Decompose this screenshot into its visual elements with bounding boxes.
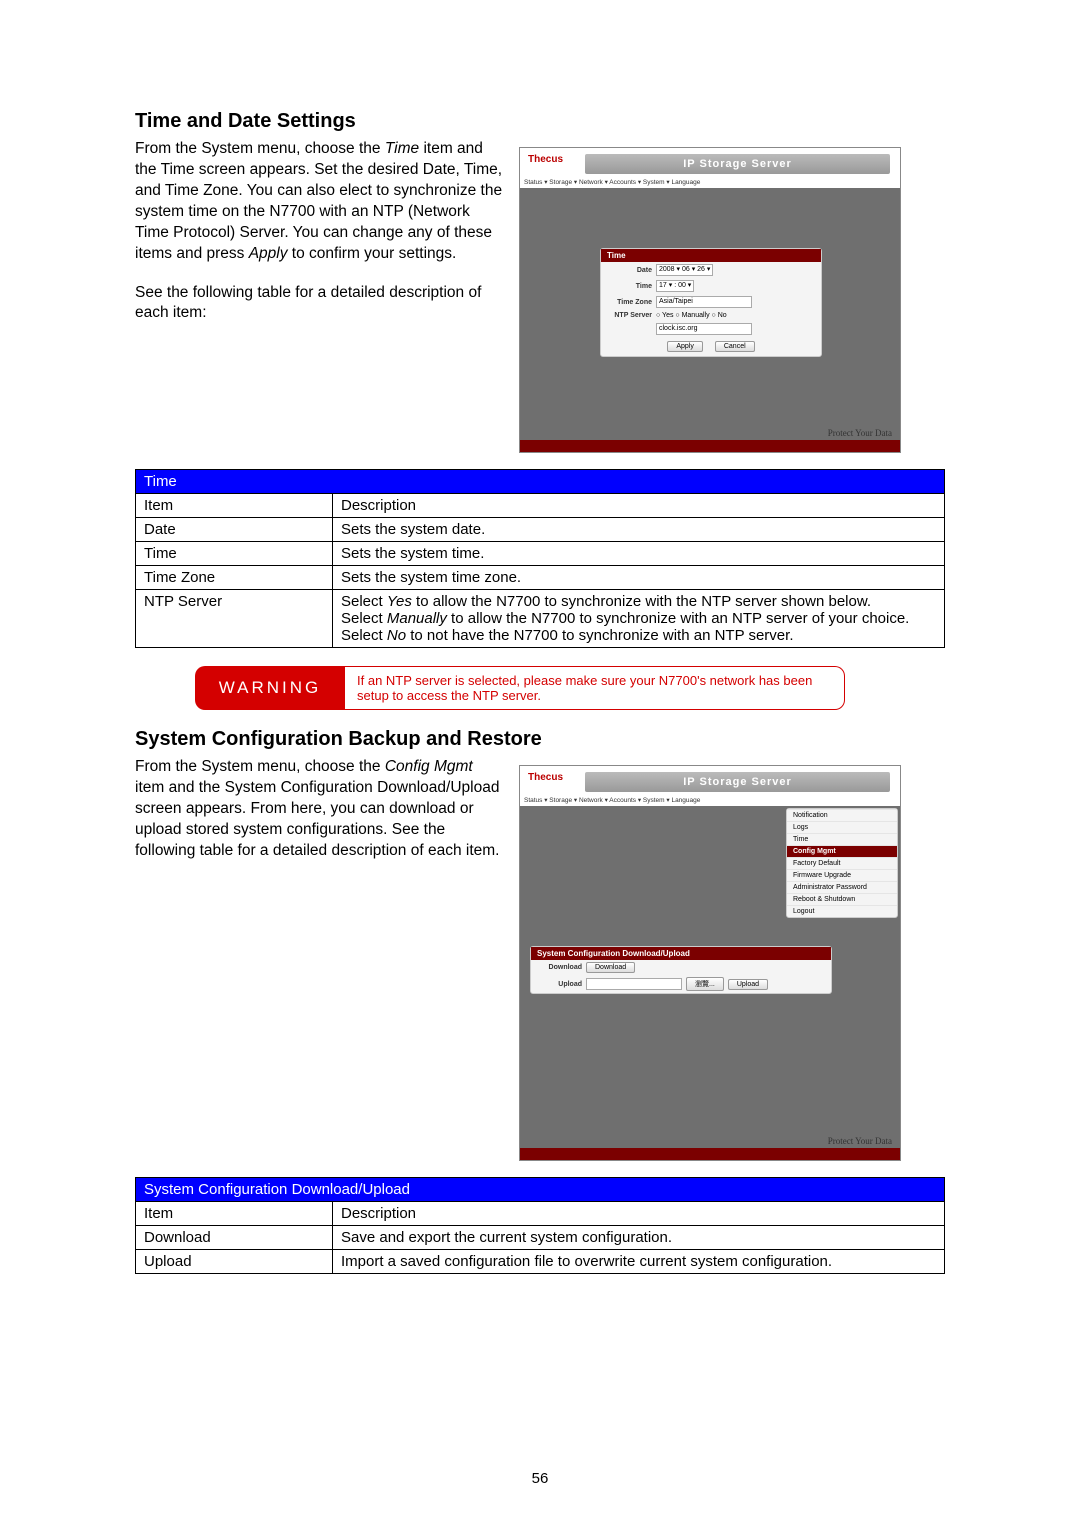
input-upload-path[interactable] xyxy=(586,978,682,990)
screenshot-time: Thecus IP Storage Server Status ▾ Storag… xyxy=(519,139,945,453)
label-time: Time xyxy=(607,283,652,290)
ss2-header-area: Thecus IP Storage Server Status ▾ Storag… xyxy=(520,766,900,806)
section2-para: From the System menu, choose the Config … xyxy=(135,757,505,862)
warning-label: WARNING xyxy=(195,666,345,710)
label-tz: Time Zone xyxy=(607,299,652,306)
cell-desc: Select Yes to allow the N7700 to synchro… xyxy=(333,590,945,648)
ntp-options[interactable]: ○ Yes ○ Manually ○ No xyxy=(656,312,727,319)
side-item[interactable]: Reboot & Shutdown xyxy=(787,893,897,905)
section1-para2: See the following table for a detailed d… xyxy=(135,283,505,325)
cell-desc: Sets the system time. xyxy=(333,542,945,566)
row-download: Download Download xyxy=(531,960,831,975)
brand-logo: Thecus xyxy=(528,772,563,783)
page-number: 56 xyxy=(0,1470,1080,1487)
input-tz[interactable]: Asia/Taipei xyxy=(656,296,752,308)
table-row: Time ZoneSets the system time zone. xyxy=(136,566,945,590)
section-heading-backup: System Configuration Backup and Restore xyxy=(135,728,945,751)
ss-footer xyxy=(520,440,900,452)
table-row: TimeSets the system time. xyxy=(136,542,945,566)
table-row: Item Description xyxy=(136,1202,945,1226)
config-panel: System Configuration Download/Upload Dow… xyxy=(530,946,832,994)
cell-item: NTP Server xyxy=(136,590,333,648)
row-time: Time 17 ▾ : 00 ▾ xyxy=(601,278,821,294)
label-download: Download xyxy=(537,964,582,971)
input-date[interactable]: 2008 ▾ 06 ▾ 26 ▾ xyxy=(656,264,713,276)
side-item[interactable]: Administrator Password xyxy=(787,881,897,893)
side-item[interactable]: Firmware Upgrade xyxy=(787,869,897,881)
browse-button[interactable]: 瀏覽... xyxy=(686,977,724,991)
table2-title: System Configuration Download/Upload xyxy=(136,1178,945,1202)
cell-item: Upload xyxy=(136,1250,333,1274)
row-date: Date 2008 ▾ 06 ▾ 26 ▾ xyxy=(601,262,821,278)
warning-text: If an NTP server is selected, please mak… xyxy=(345,666,845,710)
row-ntp: NTP Server ○ Yes ○ Manually ○ No xyxy=(601,310,821,321)
cell-item: Date xyxy=(136,518,333,542)
screenshot-config-box: Thecus IP Storage Server Status ▾ Storag… xyxy=(519,765,901,1161)
cell-desc: Import a saved configuration file to ove… xyxy=(333,1250,945,1274)
table-row: Item Description xyxy=(136,494,945,518)
label-upload: Upload xyxy=(537,981,582,988)
label-date: Date xyxy=(607,267,652,274)
table-config: System Configuration Download/Upload Ite… xyxy=(135,1177,945,1274)
row-upload: Upload 瀏覽... Upload xyxy=(531,975,831,993)
side-item[interactable]: Notification xyxy=(787,809,897,821)
config-panel-header: System Configuration Download/Upload xyxy=(531,947,831,960)
ss2-footer xyxy=(520,1148,900,1160)
section-heading-time: Time and Date Settings xyxy=(135,110,945,133)
row-buttons: Apply Cancel xyxy=(601,337,821,356)
protect-tag: Protect Your Data xyxy=(828,1136,892,1146)
table-row: UploadImport a saved configuration file … xyxy=(136,1250,945,1274)
cell-desc: Sets the system date. xyxy=(333,518,945,542)
cell-desc: Save and export the current system confi… xyxy=(333,1226,945,1250)
ss2-title: IP Storage Server xyxy=(585,772,890,792)
screenshot-time-box: Thecus IP Storage Server Status ▾ Storag… xyxy=(519,147,901,453)
screenshot-config: Thecus IP Storage Server Status ▾ Storag… xyxy=(519,757,945,1161)
ss-header-area: Thecus IP Storage Server Status ▾ Storag… xyxy=(520,148,900,188)
cell-item: Time xyxy=(136,542,333,566)
row-tz: Time Zone Asia/Taipei xyxy=(601,294,821,310)
ss2-menubar: Status ▾ Storage ▾ Network ▾ Accounts ▾ … xyxy=(524,796,896,807)
protect-tag: Protect Your Data xyxy=(828,428,892,438)
ss-menubar: Status ▾ Storage ▾ Network ▾ Accounts ▾ … xyxy=(524,178,896,189)
cell-item: Download xyxy=(136,1226,333,1250)
cell-item: Time Zone xyxy=(136,566,333,590)
side-item[interactable]: Logs xyxy=(787,821,897,833)
section1-para1: From the System menu, choose the Time it… xyxy=(135,139,505,265)
table-row: NTP Server Select Yes to allow the N7700… xyxy=(136,590,945,648)
table-time: Time Item Description DateSets the syste… xyxy=(135,469,945,648)
document-page: Time and Date Settings From the System m… xyxy=(0,0,1080,1527)
table1-title: Time xyxy=(136,470,945,494)
ss-title: IP Storage Server xyxy=(585,154,890,174)
header-desc: Description xyxy=(333,494,945,518)
apply-button[interactable]: Apply xyxy=(667,341,703,352)
download-button[interactable]: Download xyxy=(586,962,635,973)
table-row: DownloadSave and export the current syst… xyxy=(136,1226,945,1250)
section1-text: From the System menu, choose the Time it… xyxy=(135,139,505,453)
warning-box: WARNING If an NTP server is selected, pl… xyxy=(195,666,845,710)
time-panel: Time Date 2008 ▾ 06 ▾ 26 ▾ Time 17 ▾ : 0… xyxy=(600,248,822,357)
side-menu: Notification Logs Time Config Mgmt Facto… xyxy=(786,808,898,918)
side-item[interactable]: Time xyxy=(787,833,897,845)
section1-row: From the System menu, choose the Time it… xyxy=(135,139,945,453)
upload-button[interactable]: Upload xyxy=(728,979,768,990)
brand-logo: Thecus xyxy=(528,154,563,165)
header-desc: Description xyxy=(333,1202,945,1226)
cancel-button[interactable]: Cancel xyxy=(715,341,755,352)
cell-desc: Sets the system time zone. xyxy=(333,566,945,590)
section2-row: From the System menu, choose the Config … xyxy=(135,757,945,1161)
section2-text: From the System menu, choose the Config … xyxy=(135,757,505,1161)
time-panel-header: Time xyxy=(601,249,821,262)
side-item-active[interactable]: Config Mgmt xyxy=(787,845,897,857)
label-ntp: NTP Server xyxy=(607,312,652,319)
side-item[interactable]: Logout xyxy=(787,905,897,917)
row-ntp-val: clock.isc.org xyxy=(601,321,821,337)
input-time[interactable]: 17 ▾ : 00 ▾ xyxy=(656,280,694,292)
header-item: Item xyxy=(136,494,333,518)
input-ntp[interactable]: clock.isc.org xyxy=(656,323,752,335)
header-item: Item xyxy=(136,1202,333,1226)
table-row: DateSets the system date. xyxy=(136,518,945,542)
side-item[interactable]: Factory Default xyxy=(787,857,897,869)
